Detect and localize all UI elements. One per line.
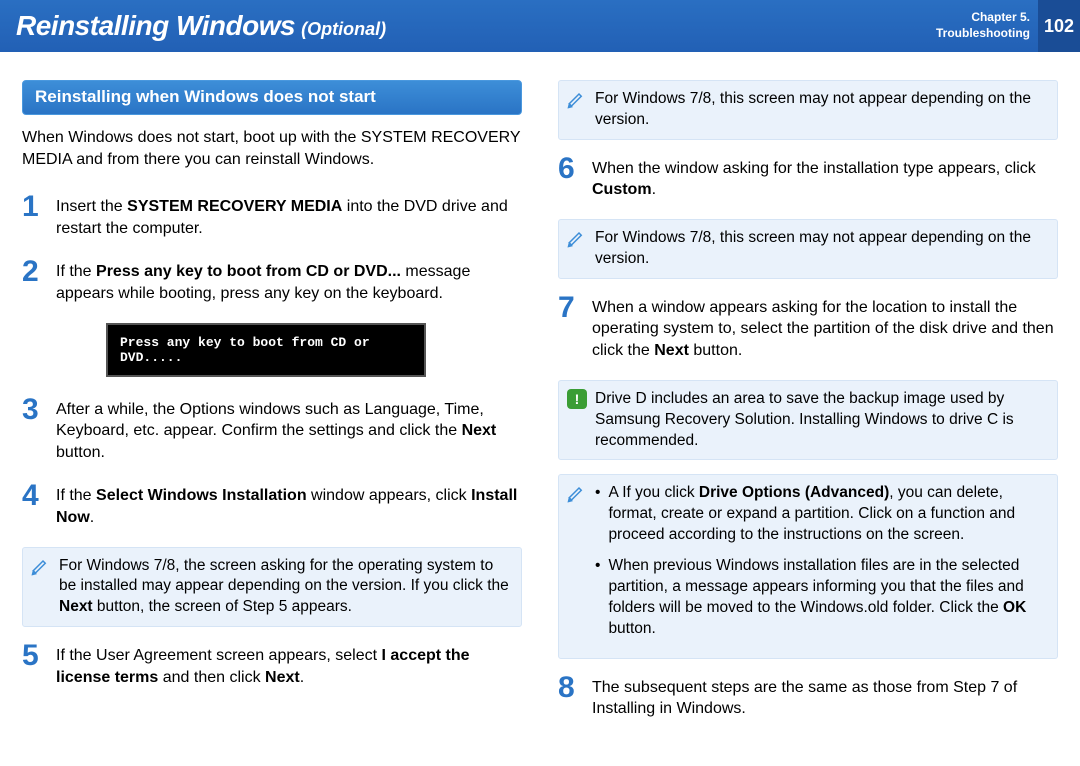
info-note: For Windows 7/8, this screen may not app… xyxy=(558,80,1058,140)
info-note: For Windows 7/8, this screen may not app… xyxy=(558,219,1058,279)
info-note: For Windows 7/8, the screen asking for t… xyxy=(22,547,522,628)
header-title-group: Reinstalling Windows (Optional) xyxy=(16,10,386,42)
step-number: 3 xyxy=(22,395,44,464)
alert-icon: ! xyxy=(567,389,587,409)
bullet-item: • A If you click Drive Options (Advanced… xyxy=(595,483,1047,546)
step-text: When the window asking for the installat… xyxy=(592,154,1058,201)
right-column: For Windows 7/8, this screen may not app… xyxy=(558,80,1058,738)
step-6: 6 When the window asking for the install… xyxy=(558,154,1058,201)
section-header: Reinstalling when Windows does not start xyxy=(22,80,522,115)
step-text: Insert the SYSTEM RECOVERY MEDIA into th… xyxy=(56,192,522,239)
step-7: 7 When a window appears asking for the l… xyxy=(558,293,1058,362)
bios-screenshot: Press any key to boot from CD or DVD....… xyxy=(106,323,426,377)
step-number: 7 xyxy=(558,293,580,362)
note-text: For Windows 7/8, this screen may not app… xyxy=(595,89,1047,131)
step-number: 8 xyxy=(558,673,580,720)
step-text: If the User Agreement screen appears, se… xyxy=(56,641,522,688)
step-2: 2 If the Press any key to boot from CD o… xyxy=(22,257,522,304)
step-number: 2 xyxy=(22,257,44,304)
step-4: 4 If the Select Windows Installation win… xyxy=(22,481,522,528)
content-area: Reinstalling when Windows does not start… xyxy=(0,52,1080,738)
step-text: If the Press any key to boot from CD or … xyxy=(56,257,522,304)
note-text: • A If you click Drive Options (Advanced… xyxy=(595,483,1047,649)
note-icon xyxy=(31,556,51,619)
page-title: Reinstalling Windows xyxy=(16,10,295,42)
note-icon xyxy=(567,89,587,131)
step-3: 3 After a while, the Options windows suc… xyxy=(22,395,522,464)
step-1: 1 Insert the SYSTEM RECOVERY MEDIA into … xyxy=(22,192,522,239)
header-meta: Chapter 5. Troubleshooting 102 xyxy=(936,0,1080,52)
step-text: The subsequent steps are the same as tho… xyxy=(592,673,1058,720)
step-text: After a while, the Options windows such … xyxy=(56,395,522,464)
left-column: Reinstalling when Windows does not start… xyxy=(22,80,522,738)
step-8: 8 The subsequent steps are the same as t… xyxy=(558,673,1058,720)
warning-note: ! Drive D includes an area to save the b… xyxy=(558,380,1058,461)
note-text: For Windows 7/8, the screen asking for t… xyxy=(59,556,511,619)
step-5: 5 If the User Agreement screen appears, … xyxy=(22,641,522,688)
step-number: 6 xyxy=(558,154,580,201)
page-number-badge: 102 xyxy=(1038,0,1080,52)
step-text: If the Select Windows Installation windo… xyxy=(56,481,522,528)
info-note: • A If you click Drive Options (Advanced… xyxy=(558,474,1058,658)
chapter-number: Chapter 5. xyxy=(936,10,1030,26)
page-subtitle: (Optional) xyxy=(301,19,386,40)
step-number: 1 xyxy=(22,192,44,239)
step-number: 5 xyxy=(22,641,44,688)
chapter-label: Chapter 5. Troubleshooting xyxy=(936,10,1038,41)
step-number: 4 xyxy=(22,481,44,528)
intro-text: When Windows does not start, boot up wit… xyxy=(22,127,522,170)
chapter-name: Troubleshooting xyxy=(936,26,1030,42)
step-text: When a window appears asking for the loc… xyxy=(592,293,1058,362)
page-header: Reinstalling Windows (Optional) Chapter … xyxy=(0,0,1080,52)
note-icon xyxy=(567,228,587,270)
note-text: Drive D includes an area to save the bac… xyxy=(595,389,1047,452)
note-icon xyxy=(567,483,587,649)
bullet-item: • When previous Windows installation fil… xyxy=(595,556,1047,640)
note-text: For Windows 7/8, this screen may not app… xyxy=(595,228,1047,270)
